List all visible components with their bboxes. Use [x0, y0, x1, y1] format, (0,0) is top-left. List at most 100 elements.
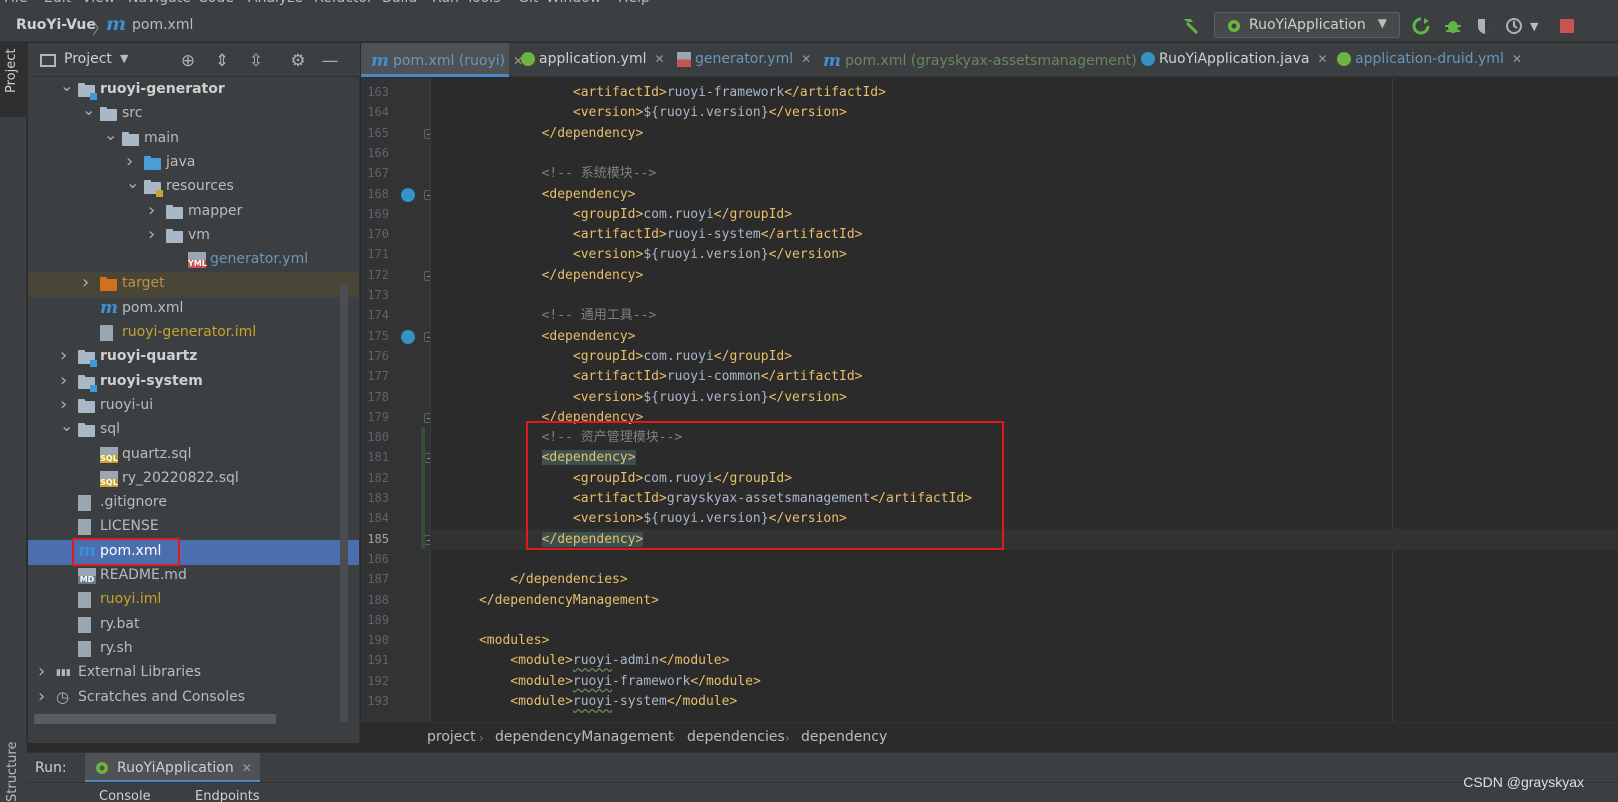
chevron-right-icon[interactable]: › — [148, 224, 160, 245]
menu-edit[interactable]: Edit — [44, 0, 71, 6]
tree-item-ruoyi-quartz[interactable]: › ruoyi-quartz — [28, 345, 359, 370]
chevron-down-icon[interactable]: ⌄ — [60, 76, 73, 95]
locate-file-icon[interactable]: ⊕ — [178, 51, 198, 71]
coverage-shield-icon[interactable] — [1476, 17, 1494, 35]
navigate-to-module-icon[interactable] — [401, 329, 415, 344]
breadcrumb-dependencymanagement[interactable]: dependencyManagement — [495, 729, 673, 745]
chevron-down-icon[interactable]: ⌄ — [126, 173, 139, 192]
fold-marker-icon[interactable] — [424, 534, 430, 545]
tree-item-pom-xml[interactable]: m pom.xml — [28, 297, 359, 322]
breadcrumb-file[interactable]: pom.xml — [132, 17, 193, 33]
menu-window[interactable]: Window — [546, 0, 601, 6]
tree-item-external-libraries[interactable]: › ▮▮▮ External Libraries — [28, 661, 359, 686]
tree-item-ruoyi-generator-iml[interactable]: ruoyi-generator.iml — [28, 321, 359, 346]
tree-item-vm[interactable]: › vm — [28, 224, 359, 249]
stop-icon[interactable] — [1558, 17, 1576, 35]
tree-item-pom-xml[interactable]: m pom.xml — [28, 537, 359, 566]
menu-analyze[interactable]: Analyze — [248, 0, 303, 6]
chevron-right-icon[interactable]: › — [38, 686, 50, 707]
code-editor[interactable]: <artifactId>ruoyi-framework</artifactId>… — [432, 78, 1618, 722]
tree-item-ry-bat[interactable]: ry.bat — [28, 613, 359, 638]
chevron-down-icon[interactable]: ▼ — [120, 52, 128, 65]
expand-all-icon[interactable]: ⇕ — [212, 51, 232, 71]
tree-item-generator-yml[interactable]: YML generator.yml — [28, 248, 359, 273]
editor-tab-application-druid-yml[interactable]: application-druid.yml ✕ — [1327, 43, 1523, 77]
console-tab[interactable]: Console — [99, 789, 151, 802]
chevron-down-icon[interactable]: ⌄ — [82, 100, 95, 119]
editor-tab-generator-yml[interactable]: generator.yml ✕ — [667, 43, 811, 77]
chevron-right-icon[interactable]: › — [60, 370, 72, 391]
collapse-all-icon[interactable]: ⇳ — [246, 51, 266, 71]
tree-item-main[interactable]: ⌄ main — [28, 125, 359, 152]
tree-item-ruoyi-system[interactable]: › ruoyi-system — [28, 370, 359, 395]
breadcrumb-dependency[interactable]: dependency — [801, 729, 887, 745]
tree-item-gitignore[interactable]: .gitignore — [28, 491, 359, 516]
tree-item-readme-md[interactable]: MD README.md — [28, 564, 359, 589]
more-run-options-icon[interactable]: ▼ — [1530, 20, 1548, 38]
gear-icon[interactable]: ⚙ — [288, 51, 308, 71]
chevron-right-icon[interactable]: › — [60, 394, 72, 415]
editor-tab-pom-xml-grayskyax-assetsmanagement[interactable]: mpom.xml (grayskyax-assetsmanagement)✕ — [813, 43, 1155, 77]
chevron-right-icon[interactable]: › — [148, 200, 160, 221]
menu-code[interactable]: Code — [198, 0, 234, 6]
breadcrumb-dependencies[interactable]: dependencies — [687, 729, 785, 745]
chevron-down-icon[interactable]: ⌄ — [60, 416, 73, 435]
menu-navigate[interactable]: Navigate — [128, 0, 191, 6]
chevron-right-icon[interactable]: › — [60, 345, 72, 366]
tree-item-ruoyi-ui[interactable]: › ruoyi-ui — [28, 394, 359, 419]
tree-item-quartz-sql[interactable]: SQL quartz.sql — [28, 443, 359, 468]
chevron-down-icon[interactable]: ⌄ — [104, 125, 117, 144]
run-tab-ruoyiapplication[interactable]: RuoYiApplication ✕ — [85, 753, 260, 783]
chevron-right-icon[interactable]: › — [82, 272, 94, 293]
structure-tool-tab[interactable]: Structure — [0, 742, 27, 802]
build-hammer-icon[interactable] — [1180, 15, 1202, 35]
chevron-right-icon[interactable]: › — [126, 151, 138, 172]
tree-item-resources[interactable]: ⌄ resources — [28, 173, 359, 200]
menu-git[interactable]: Git — [518, 0, 538, 6]
fold-marker-icon[interactable] — [424, 270, 430, 281]
tree-item-ruoyi-iml[interactable]: ruoyi.iml — [28, 588, 359, 613]
endpoints-tab[interactable]: Endpoints — [195, 789, 260, 802]
run-configuration-select[interactable]: RuoYiApplication ▼ — [1214, 12, 1400, 38]
editor-tab-ruoyiapplication-java[interactable]: RuoYiApplication.java ✕ — [1131, 43, 1328, 77]
menu-view[interactable]: View — [82, 0, 115, 6]
breadcrumb-project[interactable]: RuoYi-Vue — [16, 17, 96, 33]
debug-bug-icon[interactable] — [1444, 17, 1462, 35]
tree-item-license[interactable]: LICENSE — [28, 515, 359, 540]
tree-item-mapper[interactable]: › mapper — [28, 200, 359, 225]
hide-panel-icon[interactable]: — — [320, 51, 340, 71]
fold-marker-icon[interactable] — [424, 331, 430, 342]
tree-item-ruoyi-generator[interactable]: ⌄ ruoyi-generator — [28, 76, 359, 103]
project-view-selector[interactable]: Project — [64, 51, 112, 67]
tree-item-sql[interactable]: ⌄ sql — [28, 416, 359, 443]
chevron-right-icon[interactable]: › — [38, 661, 50, 682]
editor-tab-application-yml[interactable]: application.yml ✕ — [511, 43, 665, 77]
vcs-added-marker[interactable] — [421, 427, 425, 549]
menu-file[interactable]: File — [4, 0, 27, 6]
project-tool-tab[interactable]: Project — [0, 43, 26, 117]
close-icon[interactable]: ✕ — [655, 52, 665, 66]
tree-item-src[interactable]: ⌄ src — [28, 100, 359, 127]
horizontal-scrollbar[interactable] — [34, 714, 276, 724]
breadcrumb-project[interactable]: project — [427, 729, 476, 745]
tree-item-ry-sh[interactable]: ry.sh — [28, 637, 359, 662]
tree-item-target[interactable]: › target — [28, 272, 359, 298]
close-icon[interactable]: ✕ — [242, 761, 252, 775]
profiler-icon[interactable] — [1506, 17, 1524, 35]
fold-marker-icon[interactable] — [424, 412, 430, 423]
rerun-icon[interactable] — [1412, 17, 1430, 35]
tree-item-scratches-and-consoles[interactable]: › ◷ Scratches and Consoles — [28, 686, 359, 711]
close-icon[interactable]: ✕ — [801, 52, 811, 66]
tree-item-ry-20220822-sql[interactable]: SQL ry_20220822.sql — [28, 467, 359, 492]
close-icon[interactable]: ✕ — [1512, 52, 1522, 66]
fold-marker-icon[interactable] — [424, 453, 430, 464]
navigate-to-module-icon[interactable] — [401, 187, 415, 202]
menu-help[interactable]: Help — [618, 0, 650, 6]
menu-refactor[interactable]: Refactor — [314, 0, 373, 6]
tree-item-java[interactable]: › java — [28, 151, 359, 176]
vertical-scrollbar[interactable] — [340, 283, 348, 723]
menu-tools[interactable]: Tools — [466, 0, 501, 6]
fold-marker-icon[interactable] — [424, 128, 430, 139]
fold-marker-icon[interactable] — [424, 189, 430, 200]
editor-tab-pom-xml-ruoyi[interactable]: m pom.xml (ruoyi) ✕ — [361, 43, 523, 77]
